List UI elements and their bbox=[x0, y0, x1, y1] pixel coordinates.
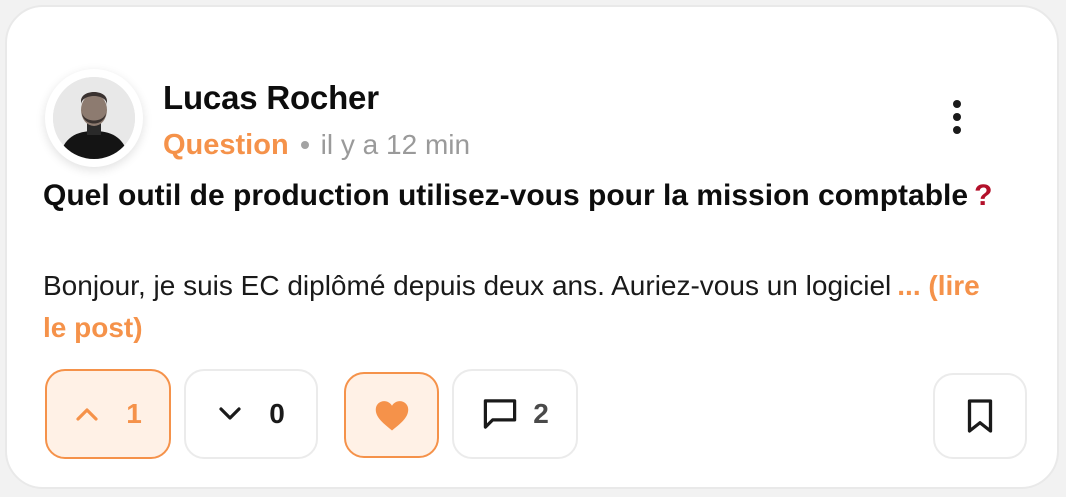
post-card: Lucas Rocher Question il y a 12 min Quel… bbox=[5, 5, 1059, 489]
upvote-button[interactable]: 1 bbox=[45, 369, 171, 459]
post-title[interactable]: Quel outil de production utilisez-vous p… bbox=[43, 173, 1003, 219]
author-avatar[interactable] bbox=[45, 69, 143, 167]
downvote-button[interactable]: 0 bbox=[184, 369, 318, 459]
bookmark-button[interactable] bbox=[933, 373, 1027, 459]
comment-button[interactable]: 2 bbox=[452, 369, 578, 459]
separator-dot bbox=[300, 141, 309, 149]
heart-icon bbox=[375, 401, 408, 431]
avatar-photo bbox=[53, 77, 135, 159]
comment-count: 2 bbox=[533, 398, 549, 429]
downvote-count: 0 bbox=[269, 398, 285, 429]
category-label[interactable]: Question bbox=[163, 129, 289, 162]
chevron-down-icon bbox=[219, 407, 241, 420]
comment-icon bbox=[483, 399, 517, 429]
more-vertical-icon[interactable] bbox=[935, 89, 979, 145]
post-meta: Question il y a 12 min bbox=[163, 125, 470, 165]
author-name[interactable]: Lucas Rocher bbox=[163, 79, 379, 117]
chevron-up-icon bbox=[76, 408, 98, 421]
bookmark-icon bbox=[967, 399, 993, 433]
post-excerpt-text: Bonjour, je suis EC diplômé depuis deux … bbox=[43, 270, 892, 301]
like-button[interactable] bbox=[344, 372, 439, 458]
post-excerpt: Bonjour, je suis EC diplômé depuis deux … bbox=[43, 265, 1003, 349]
question-mark-emoji: ? bbox=[974, 179, 993, 212]
post-time: il y a 12 min bbox=[320, 129, 471, 160]
post-title-text: Quel outil de production utilisez-vous p… bbox=[43, 179, 969, 212]
person-photo-icon bbox=[53, 77, 135, 159]
upvote-count: 1 bbox=[126, 398, 142, 429]
